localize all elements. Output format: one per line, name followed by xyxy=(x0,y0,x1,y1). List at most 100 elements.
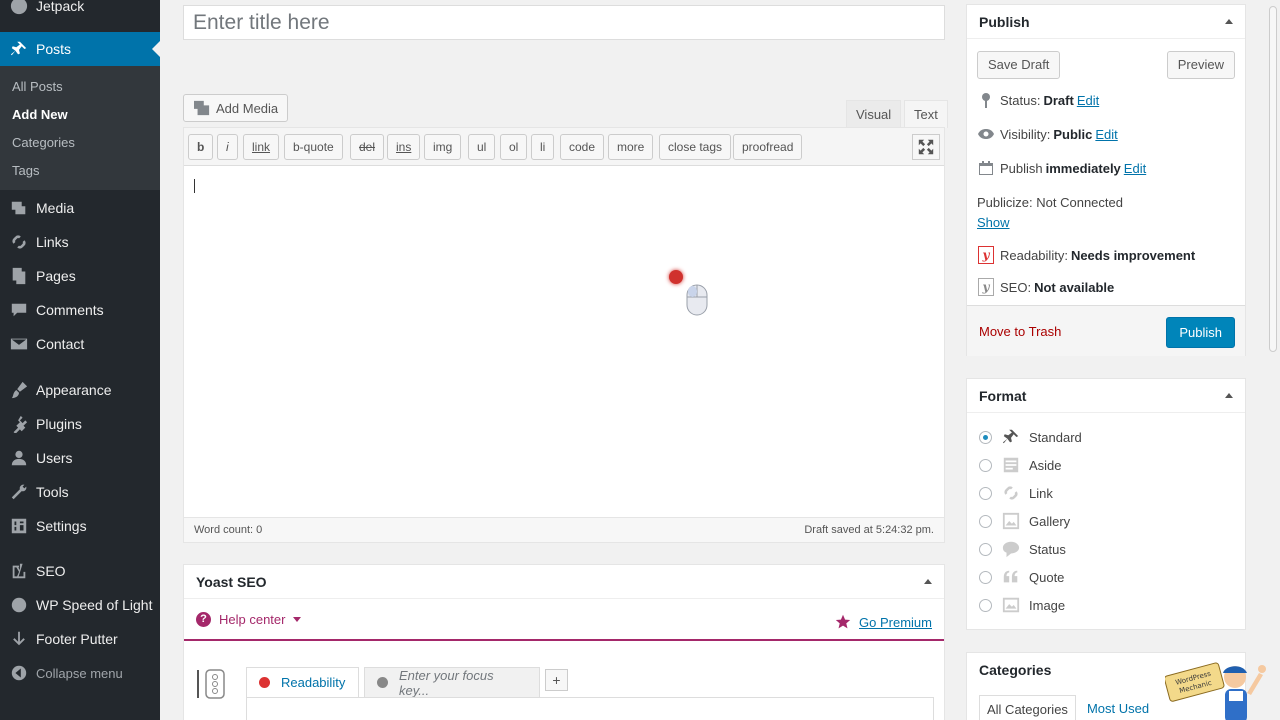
yoast-icon xyxy=(9,561,29,581)
sidebar-item-label: Appearance xyxy=(36,382,112,398)
submenu-categories[interactable]: Categories xyxy=(0,129,160,157)
qt-del-button[interactable]: del xyxy=(350,134,385,160)
text-caret xyxy=(194,179,195,193)
calendar-icon xyxy=(977,159,995,177)
collapse-menu-button[interactable]: Collapse menu xyxy=(0,656,160,690)
radio-button[interactable] xyxy=(979,430,992,444)
qt-more-button[interactable]: more xyxy=(608,134,654,160)
qt-code-button[interactable]: code xyxy=(560,134,605,160)
sidebar-item-label: Footer Putter xyxy=(36,631,118,647)
tab-focus-keyword[interactable]: Enter your focus key... xyxy=(364,667,540,698)
radio-button[interactable] xyxy=(979,570,992,584)
qt-italic-button[interactable]: i xyxy=(217,134,238,160)
show-publicize-link[interactable]: Show xyxy=(977,215,1010,230)
post-title-input[interactable]: Enter title here xyxy=(183,5,945,40)
qt-img-button[interactable]: img xyxy=(424,134,462,160)
add-media-button[interactable]: Add Media xyxy=(183,94,289,122)
tab-readability-label: Readability xyxy=(281,675,346,690)
post-content-textarea[interactable] xyxy=(184,167,944,517)
yoast-divider xyxy=(184,639,944,641)
edit-publish-time-link[interactable]: Edit xyxy=(1124,161,1146,176)
sidebar-item-jetpack[interactable]: Jetpack xyxy=(0,0,160,23)
fullscreen-button[interactable] xyxy=(912,134,940,160)
format-option-quote[interactable]: Quote xyxy=(979,568,1064,586)
qt-ol-button[interactable]: ol xyxy=(500,134,528,160)
submenu-all-posts[interactable]: All Posts xyxy=(0,73,160,101)
collapse-arrow-icon[interactable] xyxy=(924,579,932,584)
help-center-toggle[interactable]: ? Help center xyxy=(196,612,302,627)
radio-button[interactable] xyxy=(979,514,992,528)
move-to-trash-link[interactable]: Move to Trash xyxy=(979,324,1061,339)
dropdown-arrow-icon xyxy=(293,617,302,622)
format-option-aside[interactable]: Aside xyxy=(979,456,1062,474)
submenu-add-new[interactable]: Add New xyxy=(0,101,160,129)
sidebar-item-appearance[interactable]: Appearance xyxy=(0,373,160,407)
sidebar-item-label: Users xyxy=(36,450,73,466)
status-label: Status: xyxy=(1000,92,1041,108)
collapse-arrow-icon[interactable] xyxy=(1225,19,1233,24)
qt-link-button[interactable]: link xyxy=(243,134,280,160)
sidebar-item-users[interactable]: Users xyxy=(0,441,160,475)
tab-readability[interactable]: Readability xyxy=(246,667,359,697)
qt-close-tags-button[interactable]: close tags xyxy=(659,134,732,160)
gallery-icon xyxy=(1001,512,1021,530)
publish-header[interactable]: Publish xyxy=(967,5,1245,39)
publish-button[interactable]: Publish xyxy=(1166,317,1235,348)
add-keyword-button[interactable]: + xyxy=(545,669,568,691)
aside-icon xyxy=(1001,456,1021,474)
tab-most-used[interactable]: Most Used xyxy=(1080,695,1156,720)
format-option-link[interactable]: Link xyxy=(979,484,1053,502)
format-option-image[interactable]: Image xyxy=(979,596,1065,614)
radio-button[interactable] xyxy=(979,458,992,472)
scrollbar-thumb[interactable] xyxy=(1269,6,1277,352)
sidebar-item-links[interactable]: Links xyxy=(0,225,160,259)
qt-ul-button[interactable]: ul xyxy=(468,134,496,160)
sidebar-item-label: SEO xyxy=(36,563,66,579)
visibility-row: Visibility: Public Edit xyxy=(977,125,1118,143)
pin-icon xyxy=(1001,428,1021,446)
publish-time-label: Publish xyxy=(1000,160,1043,176)
sidebar-item-footer-putter[interactable]: Footer Putter xyxy=(0,622,160,656)
format-option-label: Image xyxy=(1029,597,1066,613)
page-scrollbar[interactable] xyxy=(1266,0,1280,720)
sidebar-item-media[interactable]: Media xyxy=(0,191,160,225)
sidebar-item-tools[interactable]: Tools xyxy=(0,475,160,509)
sidebar-item-wp-speed-of-light[interactable]: WP Speed of Light xyxy=(0,588,160,622)
tab-visual[interactable]: Visual xyxy=(846,100,902,128)
sidebar-item-contact[interactable]: Contact xyxy=(0,327,160,361)
quicktags-toolbar: b i link b-quote del ins img ul ol li co… xyxy=(184,128,944,166)
sidebar-item-pages[interactable]: Pages xyxy=(0,259,160,293)
radio-button[interactable] xyxy=(979,486,992,500)
publish-time-value: immediately xyxy=(1045,160,1121,176)
format-header[interactable]: Format xyxy=(967,379,1245,413)
submenu-tags[interactable]: Tags xyxy=(0,157,160,185)
format-option-gallery[interactable]: Gallery xyxy=(979,512,1070,530)
yoast-seo-box: Yoast SEO ? Help center Go Premium Reada… xyxy=(183,564,945,720)
qt-bquote-button[interactable]: b-quote xyxy=(284,134,343,160)
sidebar-item-comments[interactable]: Comments xyxy=(0,293,160,327)
format-option-status[interactable]: Status xyxy=(979,540,1066,558)
save-draft-button[interactable]: Save Draft xyxy=(977,51,1061,79)
radio-button[interactable] xyxy=(979,598,992,612)
publish-time-row: Publish immediately Edit xyxy=(977,159,1146,177)
qt-bold-button[interactable]: b xyxy=(188,134,214,160)
sidebar-item-seo[interactable]: SEO xyxy=(0,554,160,588)
go-premium-link[interactable]: Go Premium xyxy=(835,614,932,630)
edit-visibility-link[interactable]: Edit xyxy=(1095,127,1117,142)
wordpress-mechanic-logo: WordPress Mechanic xyxy=(1165,662,1266,720)
edit-status-link[interactable]: Edit xyxy=(1077,93,1099,108)
tab-text[interactable]: Text xyxy=(904,100,948,128)
qt-ins-button[interactable]: ins xyxy=(387,134,421,160)
grey-status-dot xyxy=(377,677,388,688)
sidebar-item-posts[interactable]: Posts xyxy=(0,32,160,66)
preview-button[interactable]: Preview xyxy=(1166,51,1235,79)
tab-all-categories[interactable]: All Categories xyxy=(979,695,1076,720)
sidebar-item-plugins[interactable]: Plugins xyxy=(0,407,160,441)
qt-li-button[interactable]: li xyxy=(531,134,555,160)
collapse-arrow-icon[interactable] xyxy=(1225,393,1233,398)
sidebar-item-settings[interactable]: Settings xyxy=(0,509,160,543)
radio-button[interactable] xyxy=(979,542,992,556)
yoast-header[interactable]: Yoast SEO xyxy=(184,565,944,599)
format-option-standard[interactable]: Standard xyxy=(979,428,1082,446)
qt-proofread-button[interactable]: proofread xyxy=(733,134,803,160)
